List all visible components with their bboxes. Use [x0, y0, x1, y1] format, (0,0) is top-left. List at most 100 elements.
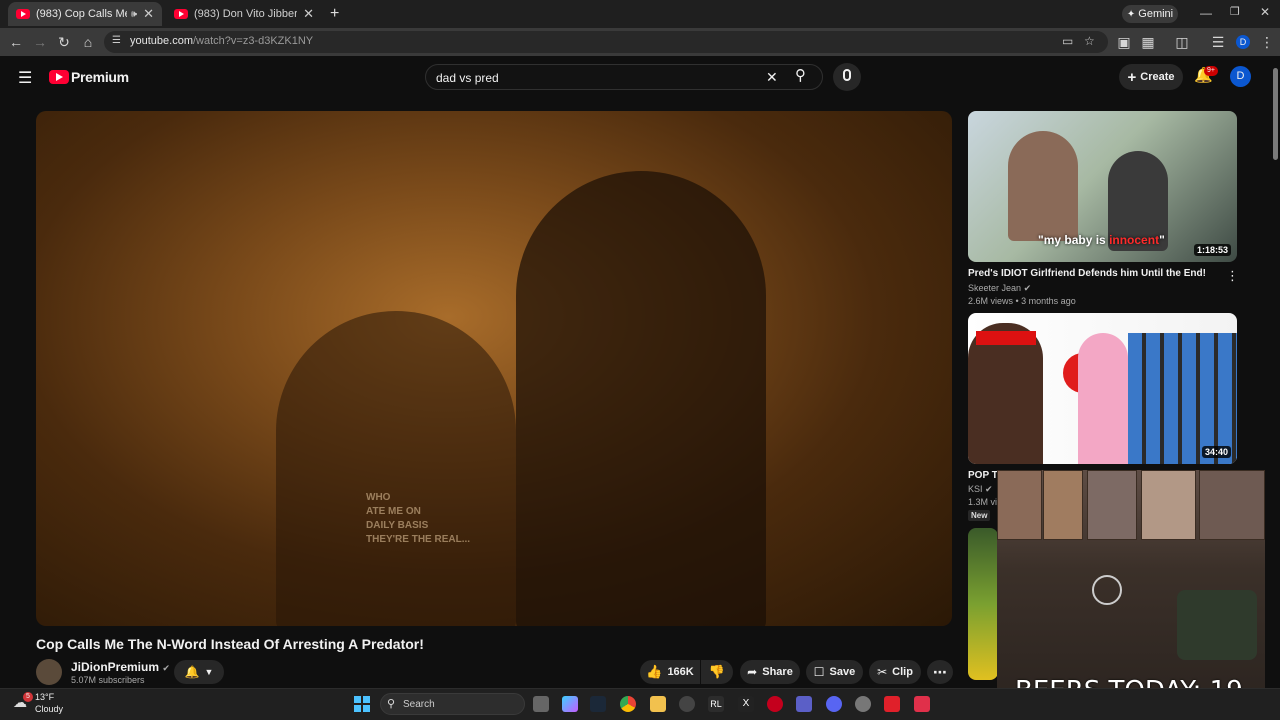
steam-icon[interactable] [590, 696, 606, 712]
home-icon[interactable]: ⌂ [79, 33, 97, 51]
share-arrow-icon: ➦ [747, 665, 758, 679]
like-button[interactable]: 👍 166K [640, 660, 700, 684]
verified-icon: ✔ [985, 484, 993, 494]
taskbar-search[interactable]: ⚲ Search [380, 693, 525, 715]
thumbnail-person [1008, 131, 1078, 241]
youtube-favicon-icon [16, 9, 30, 19]
chevron-down-icon: ▼ [204, 667, 214, 677]
youtube-logo-icon[interactable] [49, 70, 69, 84]
close-tab-icon[interactable]: ✕ [143, 6, 154, 22]
address-bar[interactable]: ☰ youtube.com/watch?v=z3-d3KZK1NY ▭ ☆ [104, 31, 1108, 53]
clip-label: Clip [892, 666, 913, 678]
weather-temperature[interactable]: 13°F [35, 692, 54, 702]
gaming-chair [1177, 590, 1257, 660]
video-player[interactable]: WHO ATE ME ON DAILY BASIS THEY'RE THE RE… [36, 111, 952, 626]
forward-arrow-icon[interactable]: → [31, 33, 49, 51]
app-icon[interactable] [914, 696, 930, 712]
search-box[interactable]: dad vs pred ✕ [425, 64, 823, 90]
extension-icon[interactable]: ▣ [1115, 33, 1133, 51]
bandana [976, 331, 1036, 345]
file-explorer-icon[interactable] [650, 696, 666, 712]
install-app-icon[interactable]: ▭ [1062, 34, 1073, 48]
x-app-icon[interactable]: X [738, 696, 754, 712]
media-control-icon[interactable]: ☰ [1209, 33, 1227, 51]
weather-badge: 5 [23, 692, 33, 702]
app-icon[interactable] [884, 696, 900, 712]
caption-highlight: innocent [1109, 233, 1160, 247]
chrome-icon[interactable] [620, 696, 636, 712]
taskbar [0, 688, 1280, 720]
fan-icon [1092, 575, 1122, 605]
related-channel[interactable]: KSI ✔ [968, 484, 993, 495]
search-icon[interactable]: ⚲ [795, 66, 806, 84]
hamburger-menu-icon[interactable]: ☰ [18, 68, 32, 88]
copilot-icon[interactable] [562, 696, 578, 712]
puzzle-icon[interactable]: ▦ [1139, 33, 1157, 51]
youtube-logo-text[interactable]: Premium [71, 69, 129, 85]
new-tab-button[interactable]: + [330, 5, 339, 23]
channel-avatar[interactable] [36, 659, 62, 685]
tab-title: (983) Don Vito Jibberish & Fun [194, 8, 298, 20]
discord-icon[interactable] [826, 696, 842, 712]
restore-icon[interactable]: ❐ [1230, 5, 1240, 18]
related-channel-name: Skeeter Jean [968, 283, 1022, 293]
account-avatar[interactable]: D [1230, 66, 1251, 87]
url-text: youtube.com/watch?v=z3-d3KZK1NY [130, 35, 313, 47]
bookmark-icon: ☐ [813, 665, 825, 679]
related-video-title[interactable]: Pred's IDIOT Girlfriend Defends him Unti… [968, 268, 1206, 279]
settings-gear-icon[interactable] [855, 696, 871, 712]
clear-search-icon[interactable]: ✕ [766, 69, 778, 86]
task-view-icon[interactable] [533, 696, 549, 712]
speaker-icon: 🕪 [130, 8, 138, 20]
opera-icon[interactable] [767, 696, 783, 712]
dislike-button[interactable]: 👎 [701, 660, 733, 684]
weather-condition[interactable]: Cloudy [35, 704, 63, 714]
browser-tab-active[interactable]: (983) Cop Calls Me The N-W 🕪 ✕ [8, 2, 162, 26]
clip-button[interactable]: ✂ Clip [869, 660, 921, 684]
teams-icon[interactable] [796, 696, 812, 712]
microphone-icon [843, 69, 851, 81]
more-actions-button[interactable]: ⋯ [927, 660, 953, 684]
back-arrow-icon[interactable]: ← [7, 33, 25, 51]
new-badge: New [968, 510, 991, 521]
scrollbar-thumb[interactable] [1273, 68, 1278, 160]
related-channel[interactable]: Skeeter Jean ✔ [968, 283, 1031, 294]
gemini-button[interactable]: ✦ Gemini [1122, 5, 1178, 23]
create-button[interactable]: + Create [1119, 64, 1183, 90]
related-thumbnail[interactable]: 34:40 [968, 313, 1237, 464]
more-options-icon[interactable]: ⋮ [1226, 268, 1239, 284]
rocket-league-icon[interactable]: RL [708, 696, 724, 712]
channel-name[interactable]: JiDionPremium ✔ [71, 660, 170, 674]
search-input[interactable]: dad vs pred [436, 71, 499, 85]
tab-title: (983) Cop Calls Me The N-W [36, 8, 127, 20]
windows-start-icon[interactable] [354, 696, 370, 712]
search-icon: ⚲ [387, 698, 396, 710]
related-channel-name: KSI [968, 484, 983, 494]
verified-icon: ✔ [1023, 283, 1032, 293]
minimize-icon[interactable]: — [1200, 6, 1212, 20]
browser-menu-icon[interactable]: ⋮ [1258, 33, 1276, 51]
video-duration: 1:18:53 [1193, 244, 1231, 256]
like-count: 166K [667, 666, 694, 678]
related-thumbnail[interactable]: "my baby is innocent" 1:18:53 [968, 111, 1237, 262]
related-video-title[interactable]: POP TI [968, 470, 1001, 481]
cast-icon[interactable]: ◫ [1173, 33, 1191, 51]
browser-tab[interactable]: (983) Don Vito Jibberish & Fun ✕ [166, 2, 322, 26]
more-dots-icon: ⋯ [933, 663, 947, 680]
save-button[interactable]: ☐ Save [806, 660, 863, 684]
share-button[interactable]: ➦ Share [740, 660, 800, 684]
close-tab-icon[interactable]: ✕ [303, 6, 314, 22]
bookmark-star-icon[interactable]: ☆ [1084, 34, 1095, 48]
voice-search-button[interactable] [833, 63, 861, 91]
close-window-icon[interactable]: ✕ [1260, 5, 1270, 19]
bell-icon: 🔔 [184, 665, 200, 679]
caption-text: "my baby is [1038, 233, 1110, 247]
subscription-bell-button[interactable]: 🔔 ▼ [174, 660, 224, 684]
notification-badge: 9+ [1204, 66, 1218, 76]
people-row [1128, 333, 1237, 464]
site-info-icon[interactable]: ☰ [112, 35, 121, 46]
reload-icon[interactable]: ↻ [55, 33, 73, 51]
profile-avatar[interactable]: D [1236, 35, 1250, 49]
github-icon[interactable] [679, 696, 695, 712]
related-thumbnail[interactable] [968, 528, 998, 680]
